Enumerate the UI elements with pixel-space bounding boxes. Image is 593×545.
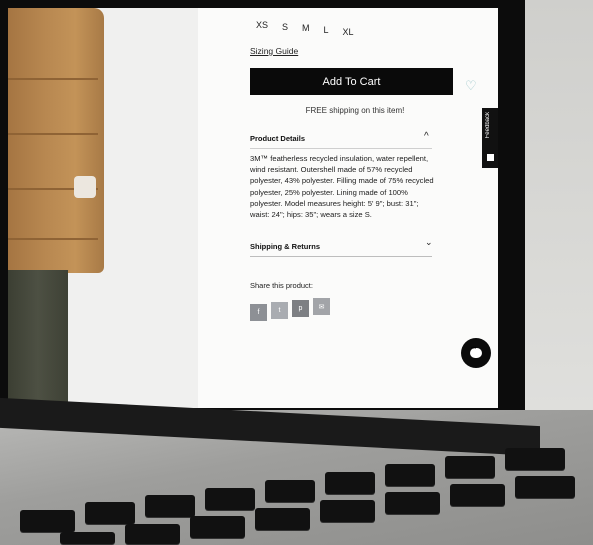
key — [190, 516, 245, 538]
key — [255, 508, 310, 530]
key — [145, 495, 195, 517]
key — [60, 532, 115, 544]
coat-image — [8, 8, 104, 273]
key — [85, 502, 135, 524]
email-share-button[interactable]: ✉ — [313, 298, 330, 315]
share-label: Share this product: — [250, 281, 313, 290]
add-to-cart-button[interactable]: Add To Cart — [250, 68, 453, 95]
heart-outline-icon[interactable]: ♡ — [465, 78, 477, 94]
key — [385, 492, 440, 514]
chevron-down-icon[interactable]: ⌄ — [425, 237, 433, 248]
key — [450, 484, 505, 506]
product-details-text: 3M™ featherless recycled insulation, wat… — [250, 154, 434, 220]
key — [505, 448, 565, 470]
size-option-m[interactable]: M — [302, 23, 310, 37]
chat-bubble-icon — [470, 346, 482, 358]
key — [325, 472, 375, 494]
key — [265, 480, 315, 502]
key — [125, 524, 180, 544]
chevron-up-icon[interactable]: ^ — [424, 131, 429, 142]
pinterest-share-button[interactable]: p — [292, 300, 309, 317]
pants-image — [8, 270, 68, 405]
feedback-icon — [487, 154, 494, 161]
shipping-returns-title[interactable]: Shipping & Returns — [250, 242, 320, 251]
feedback-tab[interactable]: Feedback — [482, 108, 498, 168]
shipping-note: FREE shipping on this item! — [305, 106, 405, 115]
chat-button[interactable] — [461, 338, 491, 368]
facebook-share-button[interactable]: f — [250, 304, 267, 321]
key — [515, 476, 575, 498]
key — [20, 510, 75, 532]
sizing-guide-link[interactable]: Sizing Guide — [250, 46, 298, 56]
divider — [250, 256, 432, 257]
laptop-screen: XS S M L XL Sizing Guide Add To Cart ♡ F… — [8, 8, 498, 408]
key — [205, 488, 255, 510]
product-info: XS S M L XL Sizing Guide Add To Cart ♡ F… — [198, 8, 498, 408]
share-buttons: f t p ✉ — [250, 298, 330, 321]
product-photo — [8, 8, 198, 408]
twitter-share-button[interactable]: t — [271, 302, 288, 319]
sleeve-cuff — [74, 176, 96, 198]
key — [445, 456, 495, 478]
key — [320, 500, 375, 522]
keyboard — [0, 440, 593, 545]
feedback-label: Feedback — [485, 112, 491, 139]
size-option-l[interactable]: L — [324, 25, 329, 37]
size-option-xs[interactable]: XS — [256, 20, 268, 37]
laptop-bezel: XS S M L XL Sizing Guide Add To Cart ♡ F… — [0, 0, 525, 420]
size-selector: XS S M L XL — [256, 20, 368, 37]
divider — [250, 148, 432, 149]
product-details-title[interactable]: Product Details — [250, 134, 305, 143]
key — [385, 464, 435, 486]
size-option-s[interactable]: S — [282, 22, 288, 37]
size-option-xl[interactable]: XL — [343, 27, 354, 37]
